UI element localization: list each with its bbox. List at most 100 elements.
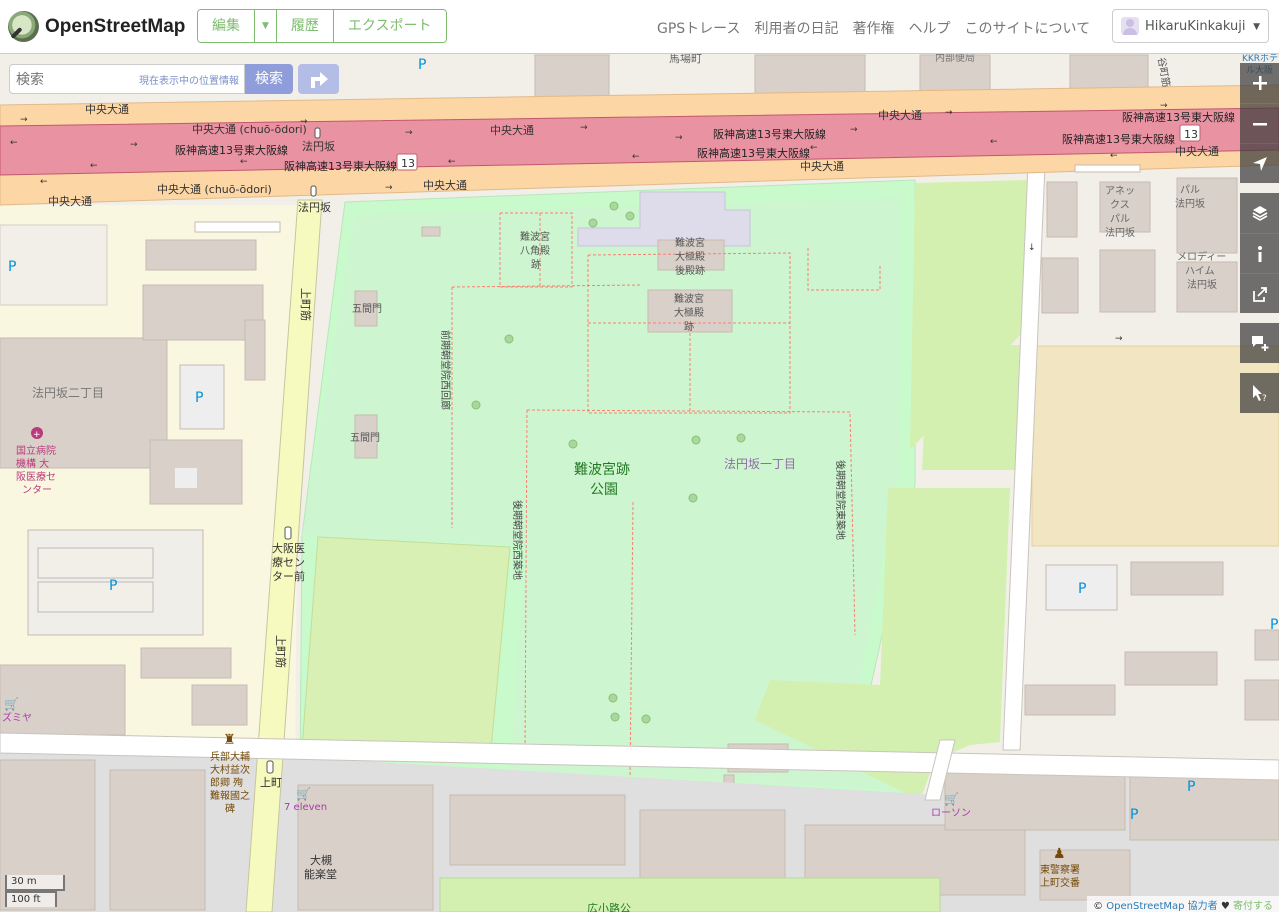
label-gokenmon-2: 五間門 — [350, 432, 380, 444]
route-shield-13-a-text: 13 — [401, 157, 415, 170]
edit-button-group: 編集 ▼ 履歴 エクスポート — [197, 9, 447, 43]
label-hanshin-2: 阪神高速13号東大阪線 — [284, 159, 397, 173]
zoom-out-icon[interactable] — [1240, 103, 1279, 143]
svg-text:↓: ↓ — [1028, 243, 1036, 253]
label-chuo-odori-2: 中央大通 — [490, 123, 534, 137]
bus-stop-icon — [284, 526, 292, 540]
label-hoenzaka-1: 法円坂 — [302, 139, 335, 153]
svg-text:難報國之: 難報國之 — [210, 789, 250, 802]
magnifier-logo-icon — [8, 11, 39, 42]
scale-metric: 30 m — [5, 875, 65, 891]
edit-button[interactable]: 編集 — [198, 10, 255, 42]
label-hanshin-6: 阪神高速13号東大阪線 — [1062, 132, 1175, 146]
label-7eleven: 7 eleven — [284, 802, 327, 813]
svg-text:+: + — [33, 430, 41, 440]
top-nav: GPSトレース 利用者の日記 著作権 ヘルプ このサイトについて — [657, 18, 1090, 38]
svg-text:法円坂: 法円坂 — [1105, 226, 1135, 239]
nav-diaries[interactable]: 利用者の日記 — [754, 18, 838, 38]
directions-icon — [310, 72, 328, 88]
search-button[interactable]: 検索 — [245, 64, 293, 94]
svg-text:←: ← — [90, 161, 98, 171]
where-am-i-link[interactable]: 現在表示中の位置情報 — [139, 72, 239, 87]
svg-text:クス: クス — [1110, 199, 1130, 211]
zoom-in-icon[interactable] — [1240, 63, 1279, 103]
nav-gps-traces[interactable]: GPSトレース — [657, 18, 740, 38]
nav-copyright[interactable]: 著作権 — [852, 18, 894, 38]
nav-help[interactable]: ヘルプ — [908, 18, 950, 38]
donate-link[interactable]: 寄付する — [1233, 901, 1273, 912]
svg-text:?: ? — [1262, 394, 1267, 402]
label-chuo-odori-6: 中央大通 — [423, 178, 467, 192]
svg-text:郎卿 殉: 郎卿 殉 — [210, 776, 243, 789]
svg-text:後殿跡: 後殿跡 — [675, 264, 705, 277]
label-chuo-odori-5: 中央大通 — [800, 159, 844, 173]
svg-text:P: P — [1187, 779, 1195, 795]
svg-text:P: P — [8, 259, 16, 275]
svg-text:→: → — [405, 128, 413, 138]
history-button[interactable]: 履歴 — [276, 10, 334, 42]
svg-text:←: ← — [632, 152, 640, 162]
map-canvas[interactable]: 中央大通 中央大通 (chuō-ōdori) 中央大通 中央大通 中央大通 中央… — [0, 0, 1279, 912]
layers-icon[interactable] — [1240, 193, 1279, 233]
directions-button[interactable] — [298, 64, 339, 94]
svg-text:跡: 跡 — [531, 258, 541, 271]
label-chuo-odori-roman-2: 中央大通 (chuō-ōdori) — [157, 182, 272, 196]
heart-icon: ♥ — [1220, 901, 1230, 912]
svg-text:→: → — [20, 115, 28, 125]
osm-link[interactable]: OpenStreetMap — [1106, 901, 1184, 912]
label-uemachisuji-2: 上町筋 — [274, 635, 288, 668]
svg-text:国立病院: 国立病院 — [16, 444, 56, 457]
map-controls: ? — [1240, 63, 1279, 413]
svg-text:大極殿: 大極殿 — [675, 250, 705, 263]
label-nishi-kairo: 前期朝堂院西回廊 — [439, 330, 452, 410]
label-koki-nishi: 後期朝堂院西築地 — [511, 500, 524, 580]
logo-text: OpenStreetMap — [45, 15, 186, 37]
add-note-icon[interactable] — [1240, 323, 1279, 363]
avatar — [1121, 17, 1139, 35]
svg-text:大村益次: 大村益次 — [210, 763, 250, 776]
label-koki-higashi: 後期朝堂院東築地 — [834, 460, 847, 540]
label-uemachisuji-1: 上町筋 — [299, 288, 313, 321]
search-form: 現在表示中の位置情報 検索 — [9, 64, 293, 94]
label-chuo-odori-1: 中央大通 — [85, 102, 129, 116]
svg-text:ター前: ター前 — [272, 569, 305, 583]
svg-text:難波宮: 難波宮 — [675, 236, 705, 249]
copyright-symbol: © — [1093, 901, 1104, 912]
svg-text:P: P — [1130, 807, 1138, 823]
edit-dropdown-caret-icon[interactable]: ▼ — [255, 10, 277, 42]
locate-icon[interactable] — [1240, 143, 1279, 183]
chevron-down-icon: ▼ — [1253, 22, 1260, 32]
label-park-line2: 公園 — [590, 482, 618, 498]
contributors-link[interactable]: 協力者 — [1188, 901, 1218, 912]
svg-text:上町交番: 上町交番 — [1040, 876, 1080, 889]
user-menu-button[interactable]: HikaruKinkakuji ▼ — [1112, 9, 1269, 43]
svg-text:→: → — [850, 125, 858, 135]
svg-text:→: → — [580, 123, 588, 133]
shop-icon-lawson: 🛒 — [944, 792, 959, 806]
label-izumiya: ズミヤ — [2, 711, 32, 724]
share-icon[interactable] — [1240, 273, 1279, 313]
export-button[interactable]: エクスポート — [333, 10, 446, 42]
nav-about[interactable]: このサイトについて — [964, 18, 1090, 38]
scale-bar: 30 m 100 ft — [5, 875, 67, 907]
svg-text:東警察署: 東警察署 — [1040, 863, 1080, 876]
svg-text:→: → — [675, 133, 683, 143]
svg-text:兵部大輔: 兵部大輔 — [210, 750, 250, 763]
label-bus-stop: 大阪医療センター前 — [272, 541, 305, 583]
svg-text:→: → — [385, 183, 393, 193]
label-hanshin-4: 阪神高速13号東大阪線 — [697, 146, 810, 160]
svg-text:八角殿: 八角殿 — [520, 245, 550, 257]
svg-text:療セン: 療セン — [272, 555, 305, 569]
label-chuo-odori-roman-1: 中央大通 (chuō-ōdori) — [192, 122, 307, 136]
svg-text:←: ← — [240, 157, 248, 167]
label-gokenmon-1: 五間門 — [352, 303, 382, 315]
scale-imperial: 100 ft — [5, 891, 57, 907]
query-icon[interactable]: ? — [1240, 373, 1279, 413]
logo[interactable]: OpenStreetMap — [8, 11, 185, 42]
svg-text:法円坂: 法円坂 — [1187, 278, 1217, 291]
svg-text:大極殿: 大極殿 — [674, 306, 704, 319]
svg-text:←: ← — [990, 137, 998, 147]
label-hoenzaka-2: 法円坂 — [298, 200, 331, 214]
svg-text:パル: パル — [1110, 213, 1130, 225]
info-icon[interactable] — [1240, 233, 1279, 273]
